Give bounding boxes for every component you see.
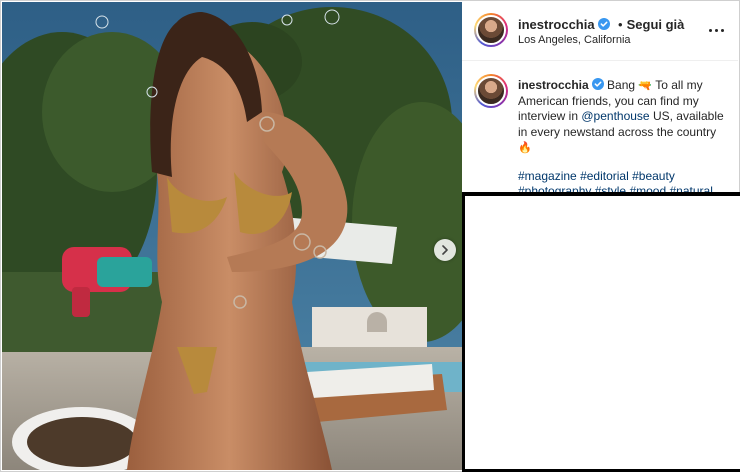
caption-avatar[interactable] — [474, 74, 508, 108]
comments-area — [462, 192, 740, 472]
caption-username[interactable]: inestrocchia — [518, 78, 589, 92]
verified-badge-icon — [597, 18, 610, 30]
verified-badge-icon — [591, 78, 604, 90]
chevron-right-icon — [442, 245, 448, 255]
header-username[interactable]: inestrocchia — [518, 17, 595, 32]
hashtag-link[interactable]: #beauty — [632, 169, 675, 183]
mention-link[interactable]: @penthouse — [581, 109, 649, 123]
more-options-icon[interactable] — [706, 24, 726, 36]
hashtag-link[interactable]: #editorial — [580, 169, 629, 183]
post-photo[interactable] — [2, 2, 462, 470]
location-link[interactable]: Los Angeles, California — [518, 34, 631, 46]
next-photo-button[interactable] — [434, 239, 456, 261]
following-button[interactable]: Segui già — [627, 17, 685, 32]
photo-illustration — [2, 2, 462, 470]
separator-dot: • — [618, 17, 623, 32]
post-sidebar: inestrocchia • Segui già Los Angeles, Cal… — [462, 2, 738, 198]
caption-text: inestrocchia Bang 🔫 To all my American f… — [518, 78, 730, 200]
post-header: inestrocchia • Segui già Los Angeles, Cal… — [462, 2, 738, 61]
caption-start: Bang — [607, 78, 636, 92]
water-gun-emoji-icon: 🔫 — [638, 79, 653, 92]
fire-emoji-icon: 🔥 — [518, 141, 532, 154]
hashtag-link[interactable]: #magazine — [518, 169, 577, 183]
avatar[interactable] — [474, 13, 508, 47]
